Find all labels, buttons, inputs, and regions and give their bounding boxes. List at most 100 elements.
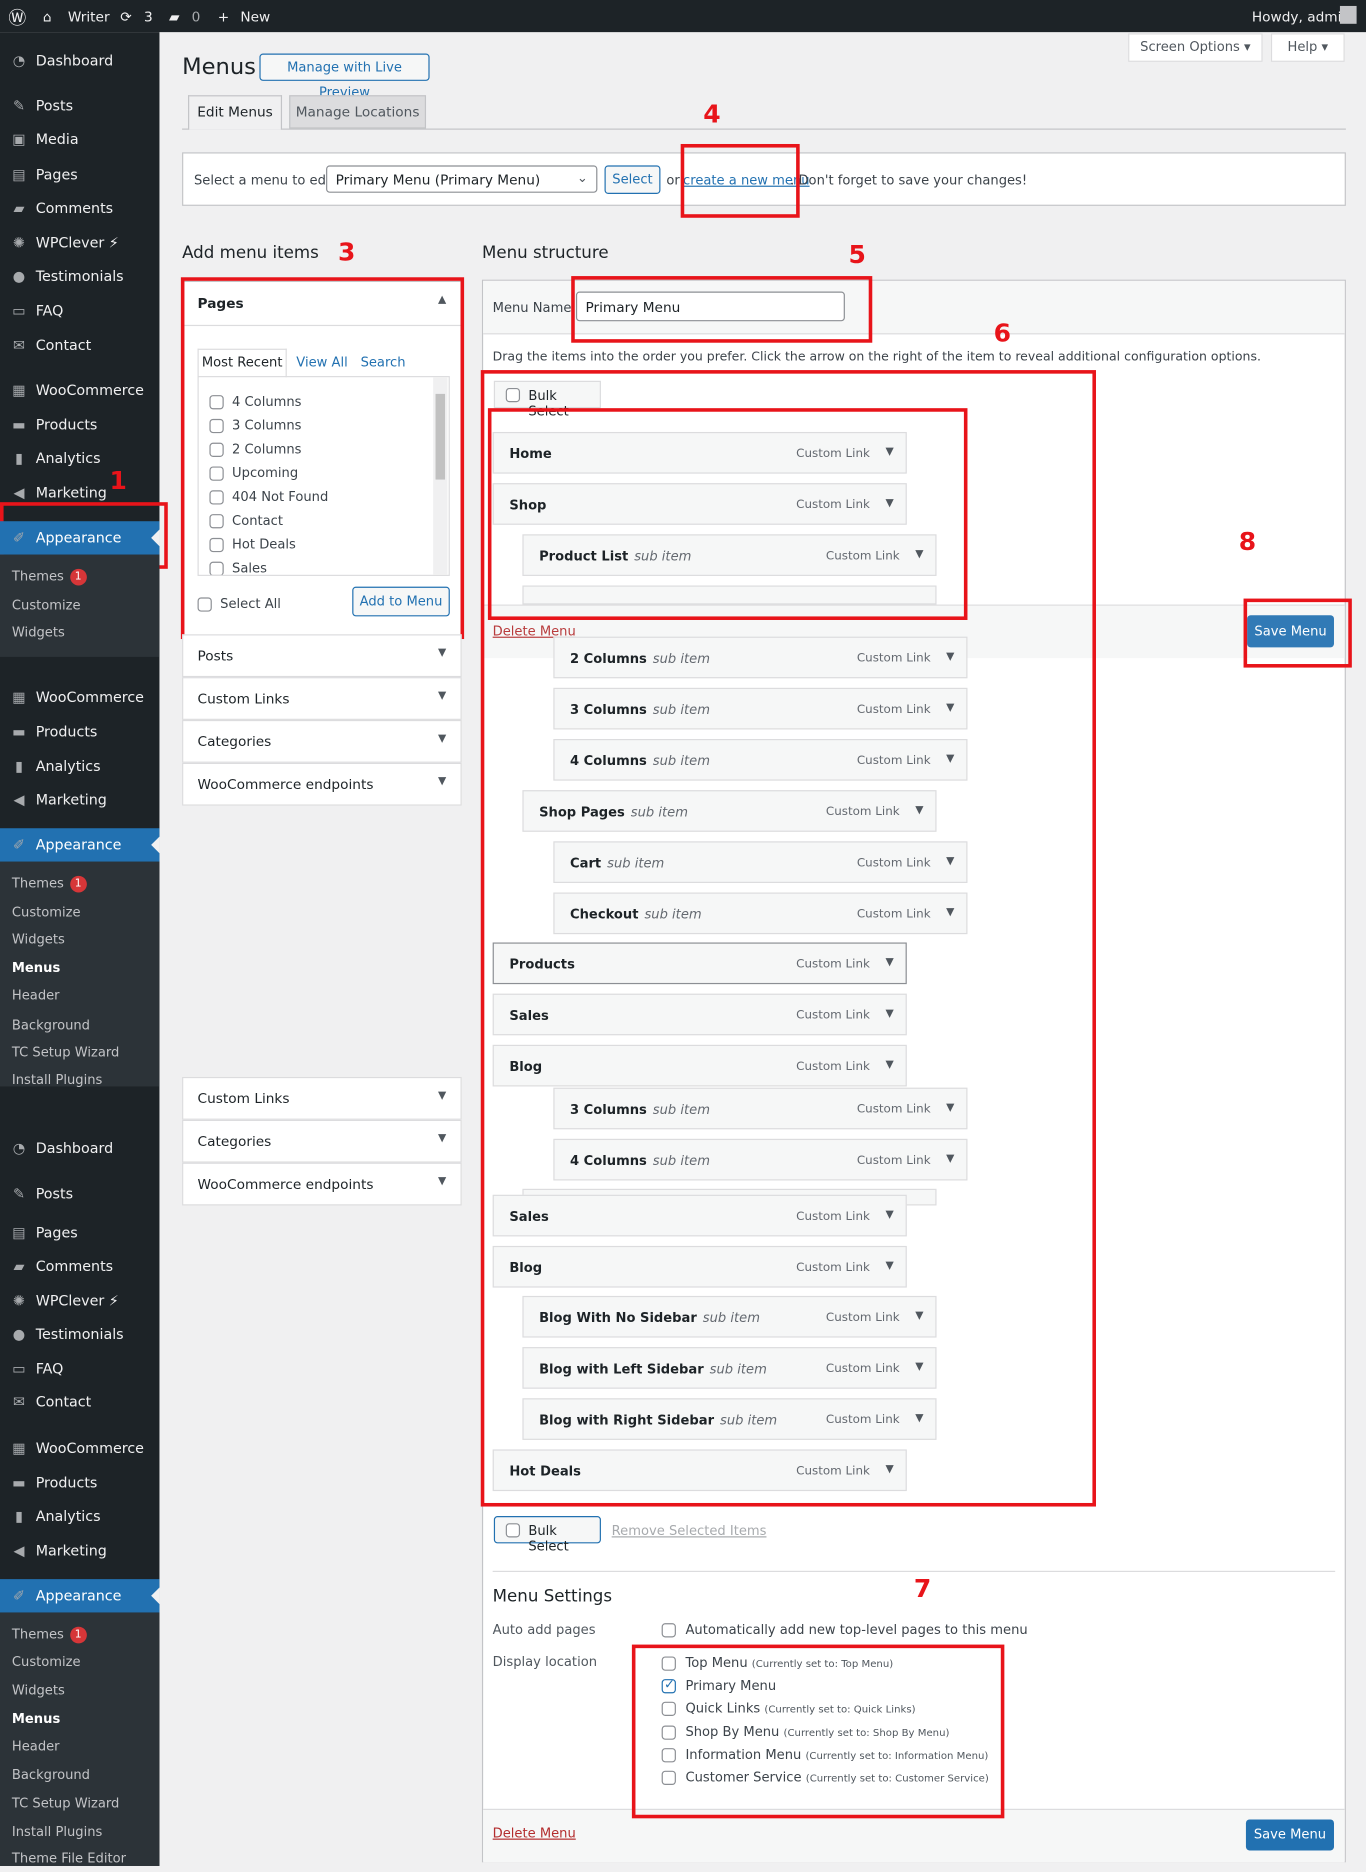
sidebar-item-marketing[interactable]: ◀ Marketing [0,476,159,509]
submenu-item-widgets[interactable]: Widgets [0,619,159,646]
location-shop-by-menu[interactable]: Shop By Menu (Currently set to: Shop By … [661,1724,949,1740]
location-checkbox[interactable]: ✓ [661,1677,676,1694]
sidebar-item-products[interactable]: ▬ Products [0,1466,159,1499]
accordion-custom-links[interactable]: Custom Links ▼ [182,1076,462,1120]
submenu-item-theme-file-editor[interactable]: Theme File Editor [0,1845,159,1872]
help-button[interactable]: Help ▾ [1270,33,1345,62]
tab-manage-locations[interactable]: Manage Locations [289,95,427,129]
chevron-down-icon[interactable]: ▼ [885,497,893,509]
sidebar-item-faq[interactable]: ▭ FAQ [0,294,159,327]
sidebar-item-marketing[interactable]: ◀ Marketing [0,783,159,816]
sidebar-item-posts[interactable]: ✎ Posts [0,1177,159,1210]
location-checkbox[interactable] [661,1701,676,1716]
sidebar-item-woocommerce[interactable]: ▦ WooCommerce [0,681,159,714]
bulk-select-checkbox-bottom[interactable] [505,1523,521,1538]
submenu-item-tc-setup-wizard[interactable]: TC Setup Wizard [0,1790,159,1817]
chevron-down-icon[interactable]: ▼ [946,753,954,765]
chevron-down-icon[interactable]: ▼ [885,957,893,969]
sidebar-item-faq[interactable]: ▭ FAQ [0,1352,159,1385]
howdy-account[interactable]: Howdy, admin [1252,8,1350,25]
sidebar-item-products[interactable]: ▬ Products [0,408,159,441]
remove-selected-items-link[interactable]: Remove Selected Items [612,1523,767,1538]
accordion-categories[interactable]: Categories ▼ [182,1119,462,1163]
sidebar-item-pages[interactable]: ▤ Pages [0,1216,159,1249]
sidebar-item-comments[interactable]: ▰ Comments [0,1250,159,1283]
location-checkbox[interactable] [661,1748,676,1763]
chevron-down-icon[interactable]: ▼ [885,1008,893,1020]
sidebar-item-analytics[interactable]: ▮ Analytics [0,1499,159,1532]
menu-item-shop[interactable]: Shop Custom Link ▼ [492,483,907,525]
sidebar-item-wpclever[interactable]: ✺ WPClever ⚡ [0,1284,159,1317]
location-checkbox[interactable] [661,1725,676,1740]
chevron-down-icon[interactable]: ▼ [915,1310,923,1322]
submenu-item-customize[interactable]: Customize [0,898,159,925]
menu-item-sales[interactable]: Sales Custom Link ▼ [492,1194,907,1237]
sidebar-item-contact[interactable]: ✉ Contact [0,1385,159,1418]
comments-count[interactable]: 0 [192,8,201,25]
menu-item-3-columns[interactable]: 3 Columns sub item Custom Link ▼ [553,1087,968,1130]
submenu-item-themes[interactable]: Themes 1 [0,870,159,897]
manage-live-preview-button[interactable]: Manage with Live Preview [259,53,430,100]
submenu-item-themes[interactable]: Themes 1 [0,1621,159,1648]
accordion-woocommerce-endpoints[interactable]: WooCommerce endpoints ▼ [182,762,462,806]
avatar[interactable] [1339,5,1357,24]
submenu-item-install-plugins[interactable]: Install Plugins [0,1066,159,1093]
sidebar-item-contact[interactable]: ✉ Contact [0,328,159,361]
location-checkbox[interactable] [661,1656,676,1671]
location-customer-service[interactable]: Customer Service (Currently set to: Cust… [661,1770,989,1786]
sidebar-item-pages[interactable]: ▤ Pages [0,158,159,191]
menu-item-3-columns[interactable]: 3 Columns sub item Custom Link ▼ [553,687,968,730]
chevron-down-icon[interactable]: ▼ [915,804,923,816]
sidebar-item-dashboard[interactable]: ◔ Dashboard [0,1132,159,1165]
sidebar-item-analytics[interactable]: ▮ Analytics [0,441,159,474]
accordion-categories[interactable]: Categories ▼ [182,719,462,763]
menu-item-home[interactable]: Home Custom Link ▼ [492,431,907,474]
sidebar-item-media[interactable]: ▣ Media [0,123,159,156]
submenu-item-header[interactable]: Header [0,1733,159,1760]
sidebar-item-woocommerce[interactable]: ▦ WooCommerce [0,1432,159,1465]
select-button[interactable]: Select [604,165,661,194]
chevron-down-icon[interactable]: ▼ [885,1260,893,1272]
site-name-link[interactable]: Writer [68,8,110,25]
submenu-item-themes[interactable]: Themes 1 [0,563,159,590]
accordion-woocommerce-endpoints[interactable]: WooCommerce endpoints ▼ [182,1162,462,1206]
new-content-link[interactable]: New [240,8,270,25]
sidebar-item-marketing[interactable]: ◀ Marketing [0,1534,159,1567]
menu-item-sales[interactable]: Sales Custom Link ▼ [492,993,907,1036]
submenu-item-background[interactable]: Background [0,1012,159,1039]
location-primary-menu[interactable]: ✓ Primary Menu [661,1677,776,1694]
chevron-down-icon[interactable]: ▼ [946,856,954,868]
menu-item-blog-with-left-sidebar[interactable]: Blog with Left Sidebar sub item Custom Lin… [522,1347,937,1389]
sidebar-item-woocommerce[interactable]: ▦ WooCommerce [0,374,159,407]
submenu-item-tc-setup-wizard[interactable]: TC Setup Wizard [0,1039,159,1066]
menu-item-products[interactable]: Products Custom Link ▼ [492,942,907,985]
submenu-item-widgets[interactable]: Widgets [0,926,159,953]
chevron-down-icon[interactable]: ▼ [915,549,923,561]
menu-item-4-columns[interactable]: 4 Columns sub item Custom Link ▼ [553,738,968,781]
location-top-menu[interactable]: Top Menu (Currently set to: Top Menu) [661,1655,893,1671]
sidebar-item-appearance[interactable]: ✐ Appearance [0,1579,160,1613]
menu-item-checkout[interactable]: Checkout sub item Custom Link ▼ [553,892,968,935]
submenu-item-menus[interactable]: Menus [0,1705,159,1732]
sidebar-item-appearance[interactable]: ✐ Appearance [0,828,160,862]
chevron-down-icon[interactable]: ▼ [915,1413,923,1425]
submenu-item-menus[interactable]: Menus [0,954,159,981]
wordpress-logo-icon[interactable]: Ⓦ [8,5,26,30]
submenu-item-customize[interactable]: Customize [0,1648,159,1675]
sidebar-item-testimonials[interactable]: ● Testimonials [0,259,159,292]
chevron-down-icon[interactable]: ▼ [946,651,954,663]
accordion-posts[interactable]: Posts ▼ [182,634,462,678]
sidebar-item-testimonials[interactable]: ● Testimonials [0,1317,159,1350]
submenu-item-customize[interactable]: Customize [0,591,159,618]
submenu-item-widgets[interactable]: Widgets [0,1677,159,1704]
comment-icon[interactable]: ▰ [169,8,180,25]
sidebar-item-analytics[interactable]: ▮ Analytics [0,750,159,783]
sidebar-item-comments[interactable]: ▰ Comments [0,192,159,225]
location-information-menu[interactable]: Information Menu (Currently set to: Info… [661,1747,988,1763]
chevron-down-icon[interactable]: ▼ [946,1102,954,1114]
menu-item-cart[interactable]: Cart sub item Custom Link ▼ [553,841,968,883]
menu-item-shop-pages[interactable]: Shop Pages sub item Custom Link ▼ [522,790,937,832]
updates-icon[interactable]: ⟳ [120,8,131,25]
submenu-item-header[interactable]: Header [0,982,159,1009]
plus-icon[interactable]: + [218,8,229,25]
